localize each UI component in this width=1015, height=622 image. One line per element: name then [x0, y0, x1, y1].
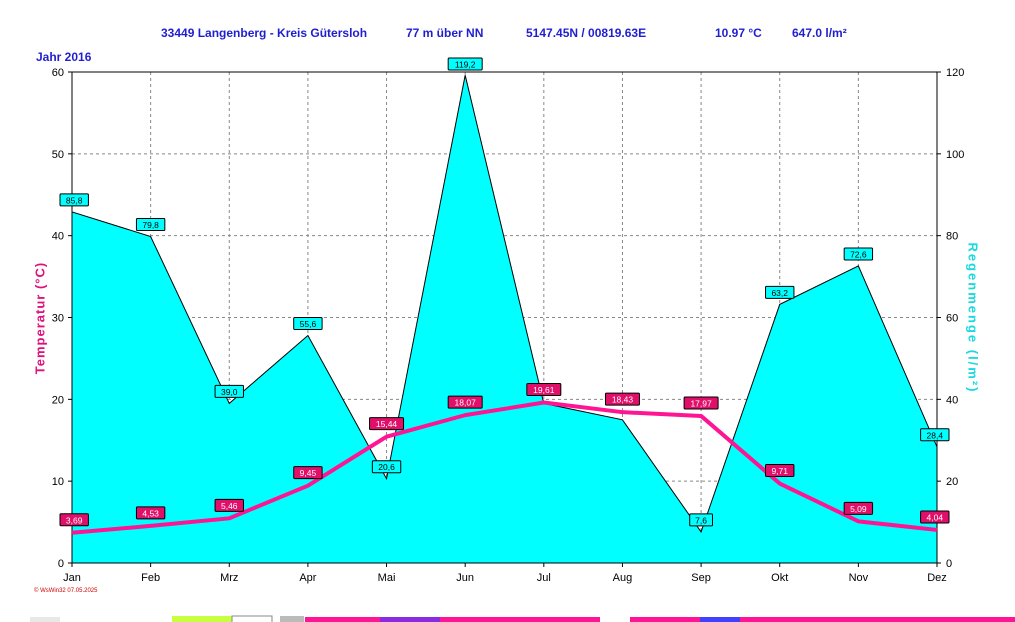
rain-data-label: 28,4: [920, 428, 950, 442]
station-coordinates: 5147.45N / 00819.63E: [526, 26, 647, 40]
rain-data-label-text: 119,2: [455, 60, 476, 70]
temp-data-label: 19,61: [526, 383, 562, 397]
temp-data-label-text: 4,53: [142, 508, 159, 518]
x-tick-label: Mai: [378, 572, 396, 584]
temp-data-label: 4,53: [135, 506, 166, 520]
temp-data-label-text: 19,61: [533, 385, 555, 395]
temp-data-label: 15,44: [369, 417, 405, 431]
left-tick-label: 30: [52, 313, 64, 325]
rain-data-label: 39,0: [214, 384, 244, 398]
temp-data-label-text: 5,46: [221, 501, 238, 511]
temp-data-label-text: 15,44: [376, 419, 398, 429]
temp-data-label-text: 17,97: [690, 398, 712, 408]
left-axis-label: Temperatur (°C): [32, 261, 48, 375]
station-altitude: 77 m über NN: [406, 26, 484, 40]
left-tick-label: 50: [52, 149, 64, 161]
rain-data-label-text: 20,6: [378, 462, 395, 472]
right-tick-label: 120: [946, 67, 964, 79]
right-tick-label: 100: [946, 149, 964, 161]
rain-data-label-text: 55,6: [300, 319, 317, 329]
right-tick-label: 60: [946, 313, 958, 325]
temp-data-label-text: 9,71: [771, 466, 788, 476]
temp-data-label: 4,04: [920, 510, 950, 524]
station-name: 33449 Langenberg - Kreis Gütersloh: [161, 26, 368, 40]
year-label: Jahr 2016: [36, 50, 92, 64]
x-tick-label: Dez: [927, 572, 947, 584]
left-tick-label: 60: [52, 67, 64, 79]
temp-data-label-text: 9,45: [300, 468, 317, 478]
x-tick-label: Aug: [613, 572, 633, 584]
temp-data-label-text: 18,07: [455, 398, 477, 408]
rain-data-label: 55,6: [293, 317, 323, 331]
temp-data-label-text: 4,04: [927, 512, 944, 522]
temp-data-label: 9,71: [765, 464, 795, 478]
x-tick-label: Jun: [456, 572, 474, 584]
left-tick-label: 40: [52, 231, 64, 243]
x-tick-label: Nov: [849, 572, 869, 584]
temp-data-label: 17,97: [683, 396, 719, 410]
x-tick-label: Feb: [141, 572, 160, 584]
x-tick-label: Sep: [691, 572, 711, 584]
rain-data-label: 63,2: [765, 285, 795, 299]
temp-data-label-text: 5,09: [850, 504, 867, 514]
x-tick-label: Apr: [299, 572, 316, 584]
background-window-strip: [0, 612, 1015, 622]
temp-data-label: 3,69: [59, 513, 89, 527]
rain-data-label-text: 63,2: [771, 288, 788, 298]
right-tick-label: 40: [946, 394, 958, 406]
right-tick-label: 20: [946, 476, 958, 488]
rain-data-label-text: 79,8: [142, 220, 159, 230]
rain-data-label-text: 72,6: [850, 249, 867, 259]
left-tick-label: 10: [52, 476, 64, 488]
rain-data-label-text: 7,6: [695, 515, 707, 525]
rain-area: [71, 75, 938, 564]
x-tick-label: Jul: [537, 572, 551, 584]
temp-data-label: 5,09: [843, 501, 874, 515]
total-rainfall: 647.0 l/m²: [792, 26, 847, 40]
left-tick-label: 20: [52, 394, 64, 406]
right-tick-label: 0: [946, 558, 952, 570]
rain-data-label: 20,6: [371, 460, 402, 474]
rain-data-label: 85,8: [59, 193, 89, 207]
temp-data-label-text: 18,43: [612, 395, 634, 405]
temp-data-label: 18,07: [447, 395, 483, 409]
x-tick-label: Mrz: [220, 572, 238, 584]
software-credit: © WsWin32 07.05.2025: [34, 588, 98, 594]
left-tick-label: 0: [58, 558, 64, 570]
rain-data-label: 119,2: [447, 57, 483, 71]
rain-data-label-text: 28,4: [927, 430, 944, 440]
mean-temperature: 10.97 °C: [715, 26, 762, 40]
rain-series: [71, 75, 938, 564]
right-axis-label: Regenmenge (l/m²): [965, 242, 981, 394]
rain-data-label-text: 39,0: [221, 387, 238, 397]
x-tick-label: Jan: [63, 572, 81, 584]
temp-data-label: 5,46: [214, 498, 244, 512]
rain-data-label-text: 85,8: [66, 195, 83, 205]
x-tick-label: Okt: [771, 572, 788, 584]
temp-data-label: 9,45: [293, 466, 323, 480]
rain-data-label: 7,6: [689, 513, 713, 527]
right-tick-label: 80: [946, 231, 958, 243]
temp-data-label-text: 3,69: [66, 515, 83, 525]
temp-data-label: 18,43: [604, 392, 640, 406]
climate-chart: 0 10 20 30 40 50 60 0 20 40 60 80 100 120 Jan Feb Mrz Apr…: [52, 57, 964, 584]
rain-data-label: 72,6: [843, 247, 874, 261]
rain-data-label: 79,8: [135, 217, 166, 231]
